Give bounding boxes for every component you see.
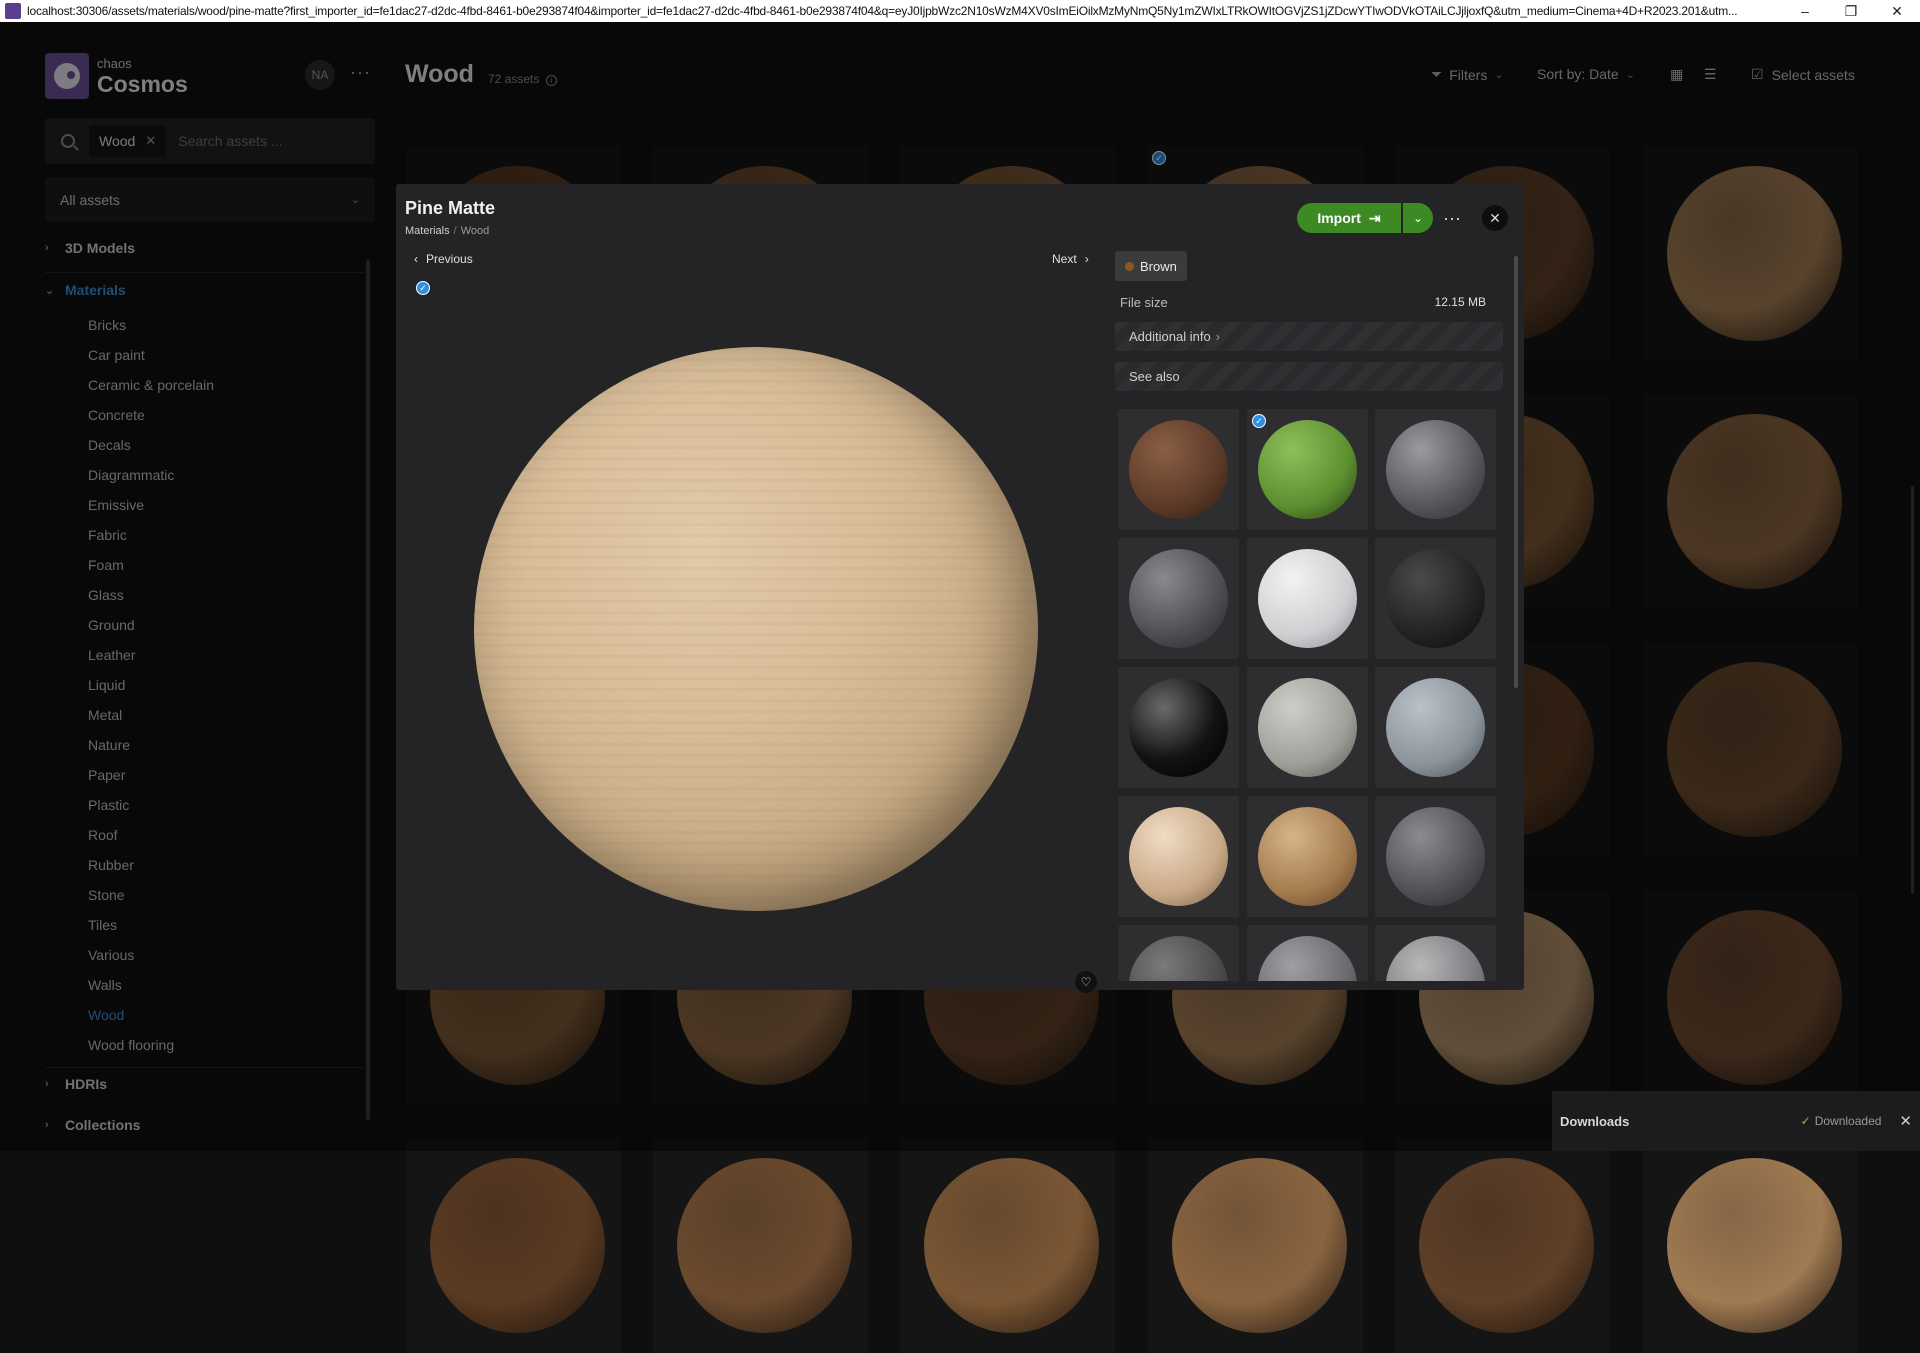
close-icon[interactable]: ✕ <box>1899 1112 1912 1130</box>
material-sphere <box>1129 807 1228 906</box>
material-sphere <box>1258 807 1357 906</box>
check-icon: ✓ <box>1800 1114 1811 1128</box>
asset-thumbnail <box>1419 1158 1594 1333</box>
asset-tile[interactable] <box>1643 1138 1858 1353</box>
asset-detail-modal: Pine Matte Materials / Wood ‹ Previous Next… <box>396 184 1524 993</box>
material-sphere <box>1386 936 1485 981</box>
see-also-thumbnail[interactable] <box>1118 796 1239 917</box>
see-also-thumbnail[interactable] <box>1247 538 1368 659</box>
browser-titlebar: localhost:30306/assets/materials/wood/pi… <box>0 0 1920 22</box>
material-sphere <box>1258 678 1357 777</box>
see-also-thumbnail[interactable] <box>1375 667 1496 788</box>
material-sphere <box>1386 807 1485 906</box>
see-also-thumbnail[interactable] <box>1375 925 1496 981</box>
material-sphere <box>1129 936 1228 981</box>
see-also-thumbnail[interactable] <box>1375 409 1496 530</box>
material-sphere <box>1129 549 1228 648</box>
see-also-thumbnail[interactable] <box>1375 796 1496 917</box>
asset-thumbnail <box>924 1158 1099 1333</box>
modal-scrollbar[interactable] <box>1514 256 1518 688</box>
see-also-thumbnail[interactable] <box>1247 925 1368 981</box>
see-also-thumbnail[interactable] <box>1118 538 1239 659</box>
asset-tile[interactable] <box>900 1138 1115 1353</box>
material-sphere <box>1258 936 1357 981</box>
see-also-thumbnail[interactable] <box>1247 796 1368 917</box>
asset-thumbnail <box>677 1158 852 1333</box>
downloaded-check-icon: ✓ <box>1252 414 1266 428</box>
see-also-thumbnail[interactable] <box>1247 667 1368 788</box>
see-also-thumbnail[interactable] <box>1118 409 1239 530</box>
app: chaos Cosmos NA ··· Wood ✕ Search assets… <box>0 22 1920 1353</box>
asset-tile[interactable] <box>1395 1138 1610 1353</box>
favicon-icon <box>5 3 21 19</box>
asset-thumbnail <box>1172 1158 1347 1333</box>
downloads-title: Downloads <box>1560 1113 1630 1129</box>
restore-button[interactable]: ❐ <box>1828 3 1874 20</box>
material-sphere <box>1258 420 1357 519</box>
downloads-status-label: Downloaded <box>1814 1114 1882 1128</box>
downloads-status: ✓ Downloaded <box>1801 1114 1882 1128</box>
downloads-panel: Downloads ✓ Downloaded ✕ <box>1552 1091 1920 1151</box>
asset-thumbnail <box>1667 1158 1842 1333</box>
see-also-thumbnail[interactable]: ✓ <box>1247 409 1368 530</box>
see-also-thumbnail[interactable] <box>1375 538 1496 659</box>
asset-tile[interactable] <box>1148 1138 1363 1353</box>
material-sphere <box>1386 678 1485 777</box>
material-sphere <box>1129 420 1228 519</box>
address-bar[interactable]: localhost:30306/assets/materials/wood/pi… <box>27 4 1782 18</box>
see-also-thumbnail[interactable] <box>1118 667 1239 788</box>
material-sphere <box>1258 549 1357 648</box>
material-sphere <box>1129 678 1228 777</box>
asset-tile[interactable] <box>653 1138 868 1353</box>
material-sphere <box>1386 420 1485 519</box>
asset-tile[interactable] <box>406 1138 621 1353</box>
window-close-button[interactable]: ✕ <box>1874 3 1920 20</box>
asset-thumbnail <box>430 1158 605 1333</box>
material-sphere <box>1386 549 1485 648</box>
minimize-button[interactable]: – <box>1782 3 1828 19</box>
see-also-thumbnail[interactable] <box>1118 925 1239 981</box>
